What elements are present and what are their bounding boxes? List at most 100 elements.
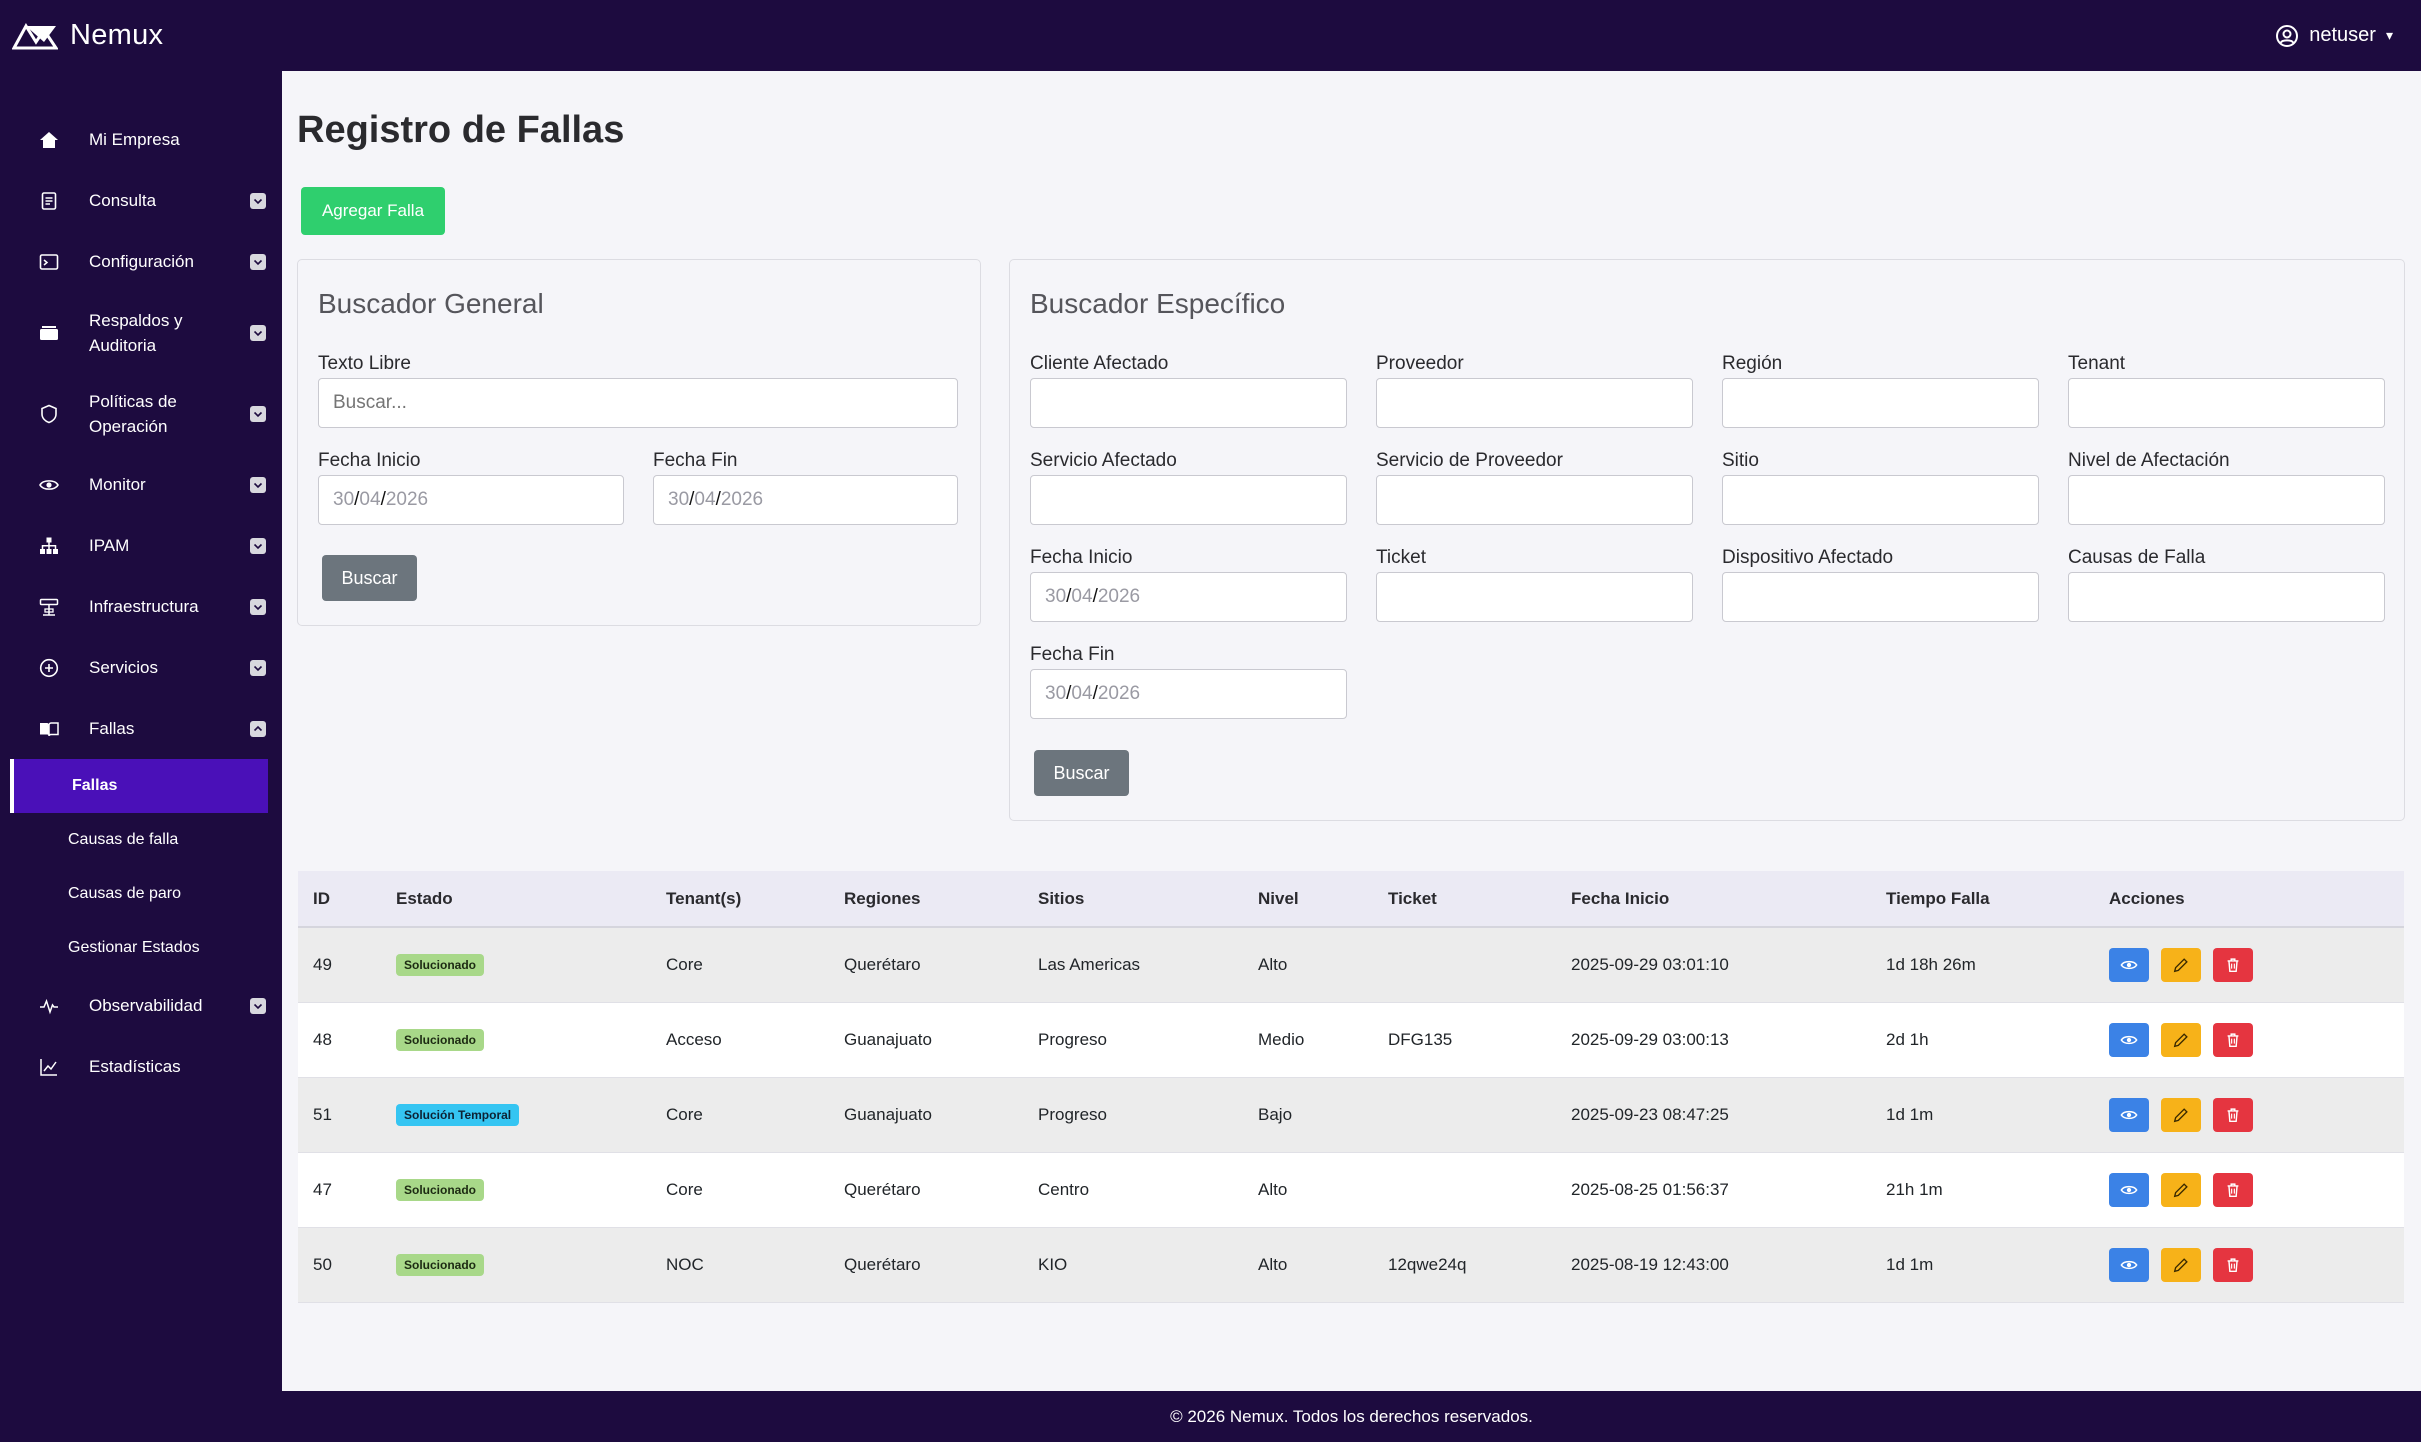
view-button[interactable]	[2109, 1247, 2149, 1282]
field-label: Proveedor	[1376, 353, 1464, 374]
column-header[interactable]: Nivel	[1243, 871, 1373, 928]
edit-button[interactable]	[2161, 1097, 2201, 1132]
chevron-down-icon[interactable]	[250, 324, 266, 341]
table-row: 51 Solución Temporal Core Guanajuato Pro…	[298, 1077, 2404, 1153]
sidebar-subitem-gestionar-estados[interactable]: Gestionar Estados	[0, 921, 282, 975]
brand[interactable]: Nemux	[12, 19, 163, 52]
servicio-proveedor-input[interactable]	[1376, 475, 1693, 525]
sidebar-item-label: Respaldos y Auditoria	[89, 310, 183, 355]
view-button[interactable]	[2109, 947, 2149, 982]
chevron-down-icon[interactable]	[250, 476, 266, 493]
cell-region: Guanajuato	[829, 1077, 1023, 1153]
cell-tiempo: 1d 1m	[1871, 1227, 2094, 1303]
view-button[interactable]	[2109, 1022, 2149, 1057]
field-label: Fecha Fin	[653, 450, 738, 471]
column-header[interactable]: Ticket	[1373, 871, 1556, 928]
dispositivo-afectado-input[interactable]	[1722, 572, 2039, 622]
sidebar-item-observabilidad[interactable]: Observabilidad	[0, 975, 282, 1036]
start-date-input[interactable]: 30/04/2026	[318, 475, 624, 525]
region-input[interactable]	[1722, 378, 2039, 428]
tenant-input[interactable]	[2068, 378, 2385, 428]
field-label: Causas de Falla	[2068, 547, 2206, 568]
table-header-row: ID Estado Tenant(s) Regiones Sitios Nive…	[298, 871, 2404, 928]
book-icon	[38, 718, 60, 740]
sidebar-subitem-causas-de-falla[interactable]: Causas de falla	[0, 813, 282, 867]
edit-button[interactable]	[2161, 947, 2201, 982]
sidebar-item-fallas[interactable]: Fallas	[0, 698, 282, 759]
sidebar-subitem-causas-de-paro[interactable]: Causas de paro	[0, 867, 282, 921]
specific-search-button[interactable]: Buscar	[1034, 750, 1129, 796]
causas-falla-input[interactable]	[2068, 572, 2385, 622]
view-button[interactable]	[2109, 1097, 2149, 1132]
sidebar-item-configuracion[interactable]: Configuración	[0, 231, 282, 292]
chevron-down-icon[interactable]	[250, 537, 266, 554]
column-header[interactable]: Sitios	[1023, 871, 1243, 928]
network-icon	[38, 535, 60, 557]
chevron-down-icon[interactable]	[250, 659, 266, 676]
cliente-afectado-input[interactable]	[1030, 378, 1347, 428]
table-row: 50 Solucionado NOC Querétaro KIO Alto 12…	[298, 1227, 2404, 1303]
add-falla-button[interactable]: Agregar Falla	[301, 187, 445, 235]
column-header[interactable]: ID	[298, 871, 381, 928]
nivel-afectacion-input[interactable]	[2068, 475, 2385, 525]
start-date-input[interactable]: 30/04/2026	[1030, 572, 1347, 622]
pencil-icon	[2173, 1107, 2188, 1122]
edit-button[interactable]	[2161, 1172, 2201, 1207]
cell-nivel: Alto	[1243, 1152, 1373, 1228]
cell-estado: Solucionado	[381, 1152, 651, 1228]
plus-circle-icon	[38, 657, 60, 679]
cell-tenant: Core	[651, 927, 829, 1003]
column-header[interactable]: Estado	[381, 871, 651, 928]
status-badge: Solucionado	[396, 1178, 484, 1201]
chevron-down-icon[interactable]	[250, 192, 266, 209]
sidebar-item-ipam[interactable]: IPAM	[0, 515, 282, 576]
pencil-icon	[2173, 1032, 2188, 1047]
sidebar-item-monitor[interactable]: Monitor	[0, 454, 282, 515]
edit-button[interactable]	[2161, 1247, 2201, 1282]
delete-button[interactable]	[2213, 1097, 2253, 1132]
free-text-input[interactable]	[318, 378, 958, 428]
proveedor-input[interactable]	[1376, 378, 1693, 428]
sidebar-item-estadisticas[interactable]: Estadísticas	[0, 1036, 282, 1097]
sidebar-subitem-fallas[interactable]: Fallas	[10, 759, 268, 813]
servicio-afectado-input[interactable]	[1030, 475, 1347, 525]
end-date-input[interactable]: 30/04/2026	[653, 475, 958, 525]
cell-region: Querétaro	[829, 1152, 1023, 1228]
column-header[interactable]: Tiempo Falla	[1871, 871, 2094, 928]
chevron-down-icon[interactable]	[250, 598, 266, 615]
eye-icon	[2120, 960, 2138, 969]
ticket-input[interactable]	[1376, 572, 1693, 622]
column-header[interactable]: Tenant(s)	[651, 871, 829, 928]
user-menu[interactable]: netuser ▾	[2275, 24, 2393, 48]
general-search-button[interactable]: Buscar	[322, 555, 417, 601]
pencil-icon	[2173, 957, 2188, 972]
edit-button[interactable]	[2161, 1022, 2201, 1057]
cell-tiempo: 1d 1m	[1871, 1077, 2094, 1153]
delete-button[interactable]	[2213, 947, 2253, 982]
delete-button[interactable]	[2213, 1247, 2253, 1282]
sitio-input[interactable]	[1722, 475, 2039, 525]
specific-search-card: Buscador Específico Cliente Afectado Pro…	[1009, 259, 2405, 821]
delete-button[interactable]	[2213, 1022, 2253, 1057]
cell-nivel: Medio	[1243, 1002, 1373, 1078]
sidebar-item-politicas[interactable]: Políticas de Operación	[0, 373, 282, 454]
sidebar-item-servicios[interactable]: Servicios	[0, 637, 282, 698]
end-date-input[interactable]: 30/04/2026	[1030, 669, 1347, 719]
column-header[interactable]: Regiones	[829, 871, 1023, 928]
chevron-down-icon[interactable]	[250, 253, 266, 270]
chevron-up-icon[interactable]	[250, 720, 266, 737]
chevron-down-icon[interactable]	[250, 405, 266, 422]
delete-button[interactable]	[2213, 1172, 2253, 1207]
sidebar-item-infraestructura[interactable]: Infraestructura	[0, 576, 282, 637]
sidebar-item-mi-empresa[interactable]: Mi Empresa	[0, 109, 282, 170]
sidebar-item-label: Políticas de Operación	[89, 391, 177, 436]
column-header[interactable]: Fecha Inicio	[1556, 871, 1871, 928]
cell-region: Querétaro	[829, 927, 1023, 1003]
view-button[interactable]	[2109, 1172, 2149, 1207]
sidebar-item-label: Estadísticas	[89, 1057, 181, 1076]
sidebar-item-consulta[interactable]: Consulta	[0, 170, 282, 231]
field-label: Cliente Afectado	[1030, 353, 1169, 374]
cell-ticket: 12qwe24q	[1373, 1227, 1556, 1303]
sidebar-item-respaldos[interactable]: Respaldos y Auditoria	[0, 292, 282, 373]
chevron-down-icon[interactable]	[250, 997, 266, 1014]
